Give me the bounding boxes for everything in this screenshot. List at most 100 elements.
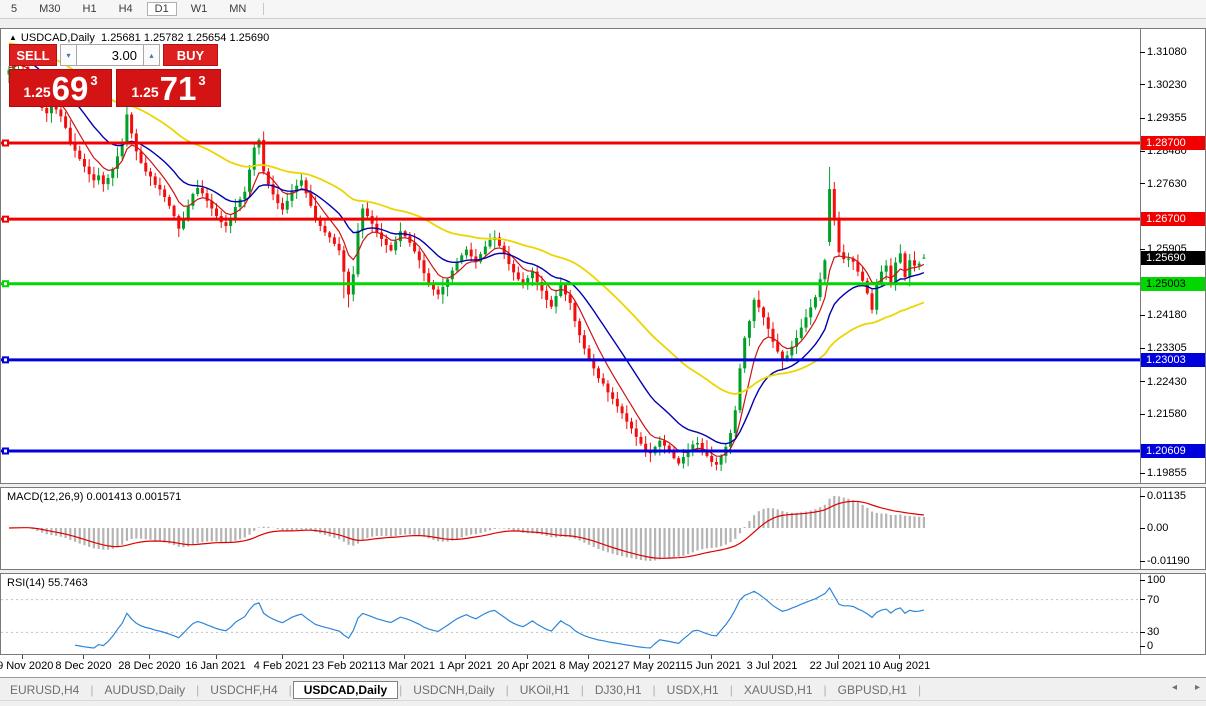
tab-separator: | bbox=[196, 683, 199, 697]
chart-tab-usdx-h1[interactable]: USDX,H1 bbox=[657, 681, 729, 699]
price-axis-tick bbox=[1140, 151, 1145, 152]
tab-separator: | bbox=[399, 683, 402, 697]
date-axis-label: 27 May 2021 bbox=[618, 660, 682, 672]
sell-button[interactable]: SELL bbox=[9, 44, 57, 66]
buy-price-box[interactable]: 1.25 71 3 bbox=[116, 69, 221, 107]
chart-tab-audusd-daily[interactable]: AUDUSD,Daily bbox=[94, 681, 195, 699]
rsi-label: RSI(14) 55.7463 bbox=[7, 577, 88, 589]
chart-tab-usdchf-h4[interactable]: USDCHF,H4 bbox=[200, 681, 287, 699]
chart-symbol-label: USDCAD,Daily bbox=[21, 32, 95, 44]
rsi-axis-tick bbox=[1140, 632, 1145, 633]
sell-price-small: 1.25 bbox=[23, 84, 50, 100]
chart-title: ▲USDCAD,Daily 1.25681 1.25782 1.25654 1.… bbox=[9, 32, 269, 44]
date-axis-tick bbox=[772, 655, 773, 659]
tab-separator: | bbox=[653, 683, 656, 697]
chart-tab-eurusd-h4[interactable]: EURUSD,H4 bbox=[0, 681, 89, 699]
macd-axis-tick bbox=[1140, 496, 1145, 497]
price-axis-tick-label: 1.31080 bbox=[1147, 47, 1187, 58]
date-axis-label: 13 Mar 2021 bbox=[373, 660, 435, 672]
sell-price-big: 69 bbox=[52, 74, 89, 104]
timeframe-button-mn[interactable]: MN bbox=[221, 2, 254, 16]
macd-histogram bbox=[9, 496, 924, 561]
price-axis-tick bbox=[1140, 118, 1145, 119]
chart-tab-dj30-h1[interactable]: DJ30,H1 bbox=[585, 681, 652, 699]
price-chart-pane[interactable]: ▲USDCAD,Daily 1.25681 1.25782 1.25654 1.… bbox=[0, 28, 1206, 484]
date-axis-label: 22 Jul 2021 bbox=[810, 660, 867, 672]
current-price-tag: 1.25690 bbox=[1141, 251, 1205, 265]
rsi-axis-tick-label: 70 bbox=[1147, 595, 1159, 606]
macd-label: MACD(12,26,9) 0.001413 0.001571 bbox=[7, 491, 181, 503]
price-axis-tick-label: 1.27630 bbox=[1147, 179, 1187, 190]
sell-price-box[interactable]: 1.25 69 3 bbox=[9, 69, 112, 107]
timeframe-button-h1[interactable]: H1 bbox=[75, 2, 105, 16]
tab-separator: | bbox=[90, 683, 93, 697]
chart-tab-usdcad-daily[interactable]: USDCAD,Daily bbox=[293, 681, 398, 699]
date-axis-label: 8 Dec 2020 bbox=[55, 660, 111, 672]
level-price-tag: 1.25003 bbox=[1141, 277, 1205, 291]
date-axis-label: 10 Aug 2021 bbox=[868, 660, 930, 672]
date-axis-tick bbox=[838, 655, 839, 659]
price-axis-tick bbox=[1140, 414, 1145, 415]
date-axis[interactable]: 19 Nov 20208 Dec 202028 Dec 202016 Jan 2… bbox=[0, 655, 1206, 677]
rsi-line bbox=[75, 588, 924, 648]
timeframe-button-h4[interactable]: H4 bbox=[111, 2, 141, 16]
date-axis-tick bbox=[588, 655, 589, 659]
tab-separator: | bbox=[824, 683, 827, 697]
timeframe-button-d1[interactable]: D1 bbox=[147, 2, 177, 16]
date-axis-tick bbox=[216, 655, 217, 659]
volume-increase-button[interactable]: ▴ bbox=[143, 44, 160, 66]
date-axis-tick bbox=[711, 655, 712, 659]
buy-button[interactable]: BUY bbox=[163, 44, 218, 66]
price-axis-tick bbox=[1140, 52, 1145, 53]
buy-price-sup: 3 bbox=[198, 73, 205, 88]
date-axis-label: 19 Nov 2020 bbox=[0, 660, 53, 672]
timeframe-button-m30[interactable]: M30 bbox=[31, 2, 68, 16]
macd-indicator-pane[interactable]: MACD(12,26,9) 0.001413 0.001571 0.011350… bbox=[0, 487, 1206, 570]
collapse-triangle-icon[interactable]: ▲ bbox=[9, 33, 17, 42]
level-price-tag: 1.20609 bbox=[1141, 444, 1205, 458]
chart-tab-ukoil-h1[interactable]: UKOil,H1 bbox=[510, 681, 580, 699]
tab-separator: | bbox=[506, 683, 509, 697]
price-axis-tick bbox=[1140, 315, 1145, 316]
date-axis-tick bbox=[149, 655, 150, 659]
price-axis-tick bbox=[1140, 348, 1145, 349]
spin-up-icon: ▴ bbox=[149, 51, 153, 60]
rsi-axis-tick-label: 0 bbox=[1147, 641, 1153, 652]
date-axis-tick bbox=[343, 655, 344, 659]
rsi-axis-tick bbox=[1140, 580, 1145, 581]
chart-tab-usdcnh-daily[interactable]: USDCNH,Daily bbox=[403, 681, 504, 699]
date-axis-tick bbox=[22, 655, 23, 659]
rsi-axis-tick-label: 30 bbox=[1147, 627, 1159, 638]
buy-price-big: 71 bbox=[160, 74, 197, 104]
date-axis-tick bbox=[527, 655, 528, 659]
price-axis-tick-label: 1.30230 bbox=[1147, 80, 1187, 91]
timeframe-button-5[interactable]: 5 bbox=[3, 2, 25, 16]
rsi-indicator-pane[interactable]: RSI(14) 55.7463 10070300 bbox=[0, 573, 1206, 655]
date-axis-tick bbox=[649, 655, 650, 659]
price-axis-tick bbox=[1140, 84, 1145, 85]
chart-tab-gbpusd-h1[interactable]: GBPUSD,H1 bbox=[828, 681, 917, 699]
toolbar-separator bbox=[263, 3, 264, 15]
tab-scroll-right-icon[interactable]: ▸ bbox=[1195, 682, 1200, 693]
date-axis-label: 8 May 2021 bbox=[559, 660, 616, 672]
volume-input[interactable]: 3.00 bbox=[77, 44, 143, 66]
timeframe-button-w1[interactable]: W1 bbox=[183, 2, 216, 16]
candlestick-series bbox=[8, 51, 926, 471]
macd-axis-tick-label: 0.01135 bbox=[1147, 491, 1186, 502]
price-axis-tick bbox=[1140, 183, 1145, 184]
chart-tab-xauusd-h1[interactable]: XAUUSD,H1 bbox=[734, 681, 823, 699]
date-axis-label: 1 Apr 2021 bbox=[439, 660, 492, 672]
sell-price-sup: 3 bbox=[90, 73, 97, 88]
one-click-trade-panel: SELL ▾ 3.00 ▴ BUY 1.25 69 3 1.25 71 3 bbox=[9, 44, 221, 107]
rsi-axis-tick bbox=[1140, 646, 1145, 647]
volume-decrease-button[interactable]: ▾ bbox=[60, 44, 77, 66]
tab-scroll-left-icon[interactable]: ◂ bbox=[1172, 682, 1177, 693]
price-axis-tick-label: 1.21580 bbox=[1147, 409, 1187, 420]
price-axis-tick-label: 1.19855 bbox=[1147, 468, 1187, 479]
date-axis-label: 3 Jul 2021 bbox=[747, 660, 798, 672]
date-axis-tick bbox=[404, 655, 405, 659]
date-axis-label: 4 Feb 2021 bbox=[254, 660, 310, 672]
price-axis-tick-label: 1.24180 bbox=[1147, 310, 1187, 321]
date-axis-tick bbox=[465, 655, 466, 659]
level-price-tag: 1.28700 bbox=[1141, 136, 1205, 150]
